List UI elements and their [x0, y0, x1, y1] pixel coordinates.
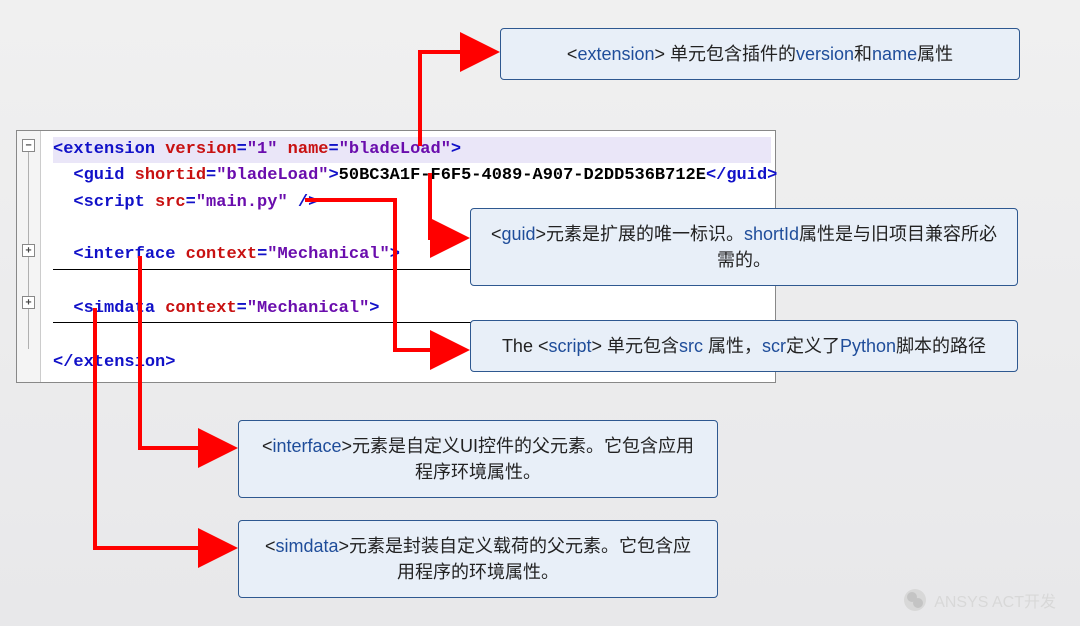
- code-line-guid: <guid shortid="bladeLoad">50BC3A1F-F6F5-…: [53, 163, 771, 189]
- code-line-extension: <extension version="1" name="bladeLoad">: [53, 137, 771, 163]
- attr: src: [145, 193, 186, 212]
- val: "bladeLoad": [216, 166, 328, 185]
- tag: <interface: [73, 245, 175, 264]
- fold-toggle-icon[interactable]: +: [22, 296, 35, 309]
- eq: =: [237, 140, 247, 159]
- guid-value: 50BC3A1F-F6F5-4089-A907-D2DD536B712E: [339, 166, 706, 185]
- attr: context: [155, 299, 237, 318]
- wechat-icon: [904, 589, 926, 611]
- tag-close: >: [328, 166, 338, 185]
- eq: =: [237, 299, 247, 318]
- fold-toggle-icon[interactable]: −: [22, 139, 35, 152]
- eq: =: [206, 166, 216, 185]
- tag: <extension: [53, 140, 155, 159]
- tag: </extension>: [53, 353, 175, 372]
- tag-close: >: [369, 299, 379, 318]
- eq: =: [328, 140, 338, 159]
- eq: =: [257, 245, 267, 264]
- val: "main.py": [196, 193, 288, 212]
- attr: context: [175, 245, 257, 264]
- tag-close: />: [288, 193, 319, 212]
- val: "bladeLoad": [339, 140, 451, 159]
- callout-interface: <interface>元素是自定义UI控件的父元素。它包含应用程序环境属性。: [238, 420, 718, 498]
- watermark: ANSYS ACT开发: [904, 588, 1056, 612]
- watermark-text: ANSYS ACT开发: [934, 588, 1056, 612]
- tag: <script: [73, 193, 144, 212]
- val: "Mechanical": [267, 245, 389, 264]
- attr: name: [277, 140, 328, 159]
- val: "Mechanical": [247, 299, 369, 318]
- code-gutter: − + +: [17, 131, 41, 382]
- callout-guid: <guid>元素是扩展的唯一标识。shortId属性是与旧项目兼容所必需的。: [470, 208, 1018, 286]
- fold-toggle-icon[interactable]: +: [22, 244, 35, 257]
- eq: =: [186, 193, 196, 212]
- attr: shortid: [124, 166, 206, 185]
- attr: version: [155, 140, 237, 159]
- tag-close: >: [390, 245, 400, 264]
- val: "1": [247, 140, 278, 159]
- callout-extension: <extension> 单元包含插件的version和name属性: [500, 28, 1020, 80]
- callout-simdata: <simdata>元素是封装自定义载荷的父元素。它包含应用程序的环境属性。: [238, 520, 718, 598]
- tag: <guid: [73, 166, 124, 185]
- tag: </guid>: [706, 166, 777, 185]
- callout-script: The <script> 单元包含src 属性，scr定义了Python脚本的路…: [470, 320, 1018, 372]
- tag-close: >: [451, 140, 461, 159]
- tag: <simdata: [73, 299, 155, 318]
